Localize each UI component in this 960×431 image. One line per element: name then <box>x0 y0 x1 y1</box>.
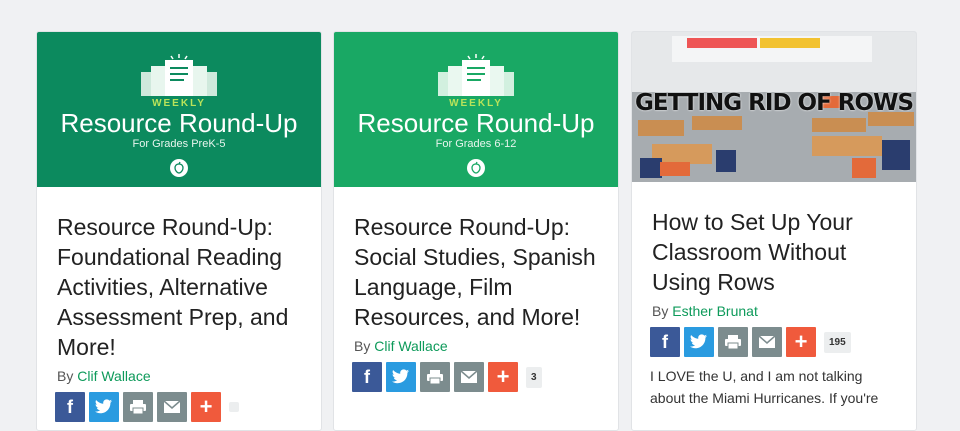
classroom-photo[interactable]: GETTING RID OF ROWS <box>632 32 916 182</box>
article-card[interactable]: WEEKLY Resource Round-Up For Grades 6-12… <box>333 31 619 431</box>
more-share-button[interactable]: + <box>786 327 816 357</box>
byline-prefix: By <box>652 303 669 319</box>
print-share-button[interactable] <box>123 392 153 422</box>
byline-prefix: By <box>57 368 74 384</box>
facebook-share-button[interactable]: f <box>650 327 680 357</box>
banner-grades: For Grades PreK-5 <box>132 138 226 150</box>
twitter-share-button[interactable] <box>684 327 714 357</box>
twitter-share-button[interactable] <box>89 392 119 422</box>
banner-title: Resource Round-Up <box>60 108 298 138</box>
article-title[interactable]: Resource Round-Up: Social Studies, Spani… <box>334 187 618 332</box>
twitter-icon <box>392 369 409 384</box>
article-excerpt: I LOVE the U, and I am not talking about… <box>650 368 879 406</box>
article-card[interactable]: WEEKLY Resource Round-Up For Grades PreK… <box>36 31 322 431</box>
author-link[interactable]: Esther Brunat <box>672 303 758 319</box>
twitter-share-button[interactable] <box>386 362 416 392</box>
share-count <box>229 402 239 412</box>
share-count: 195 <box>824 331 851 353</box>
article-card[interactable]: GETTING RID OF ROWS How to Set Up Your C… <box>631 31 917 431</box>
byline-prefix: By <box>354 338 371 354</box>
share-bar: f + 195 <box>632 327 916 357</box>
facebook-icon: f <box>662 331 668 352</box>
author-link[interactable]: Clif Wallace <box>374 338 447 354</box>
share-count: 3 <box>526 366 542 388</box>
more-share-button[interactable]: + <box>488 362 518 392</box>
byline: By Esther Brunat <box>632 303 916 319</box>
email-icon <box>163 400 181 413</box>
facebook-share-button[interactable]: f <box>352 362 382 392</box>
twitter-icon <box>95 399 112 414</box>
print-share-button[interactable] <box>420 362 450 392</box>
facebook-share-button[interactable]: f <box>55 392 85 422</box>
banner-grades: For Grades 6-12 <box>435 138 517 150</box>
apple-logo-icon <box>467 159 485 177</box>
plus-icon: + <box>199 394 213 419</box>
print-icon <box>427 370 443 385</box>
papers-stack-icon <box>141 54 217 96</box>
print-icon <box>725 335 741 350</box>
byline: By Clif Wallace <box>37 368 321 384</box>
email-share-button[interactable] <box>752 327 782 357</box>
article-title[interactable]: Resource Round-Up: Foundational Reading … <box>37 187 321 362</box>
email-icon <box>460 370 478 383</box>
resource-roundup-banner[interactable]: WEEKLY Resource Round-Up For Grades 6-12 <box>334 32 618 187</box>
plus-icon: + <box>496 364 510 389</box>
apple-logo-icon <box>170 159 188 177</box>
papers-stack-icon <box>438 54 514 96</box>
resource-roundup-banner[interactable]: WEEKLY Resource Round-Up For Grades PreK… <box>37 32 321 187</box>
image-caption: GETTING RID OF ROWS <box>634 90 914 116</box>
banner-title: Resource Round-Up <box>357 108 595 138</box>
share-bar: f + 3 <box>334 362 618 392</box>
plus-icon: + <box>794 329 808 354</box>
print-icon <box>130 400 146 415</box>
email-share-button[interactable] <box>454 362 484 392</box>
more-share-button[interactable]: + <box>191 392 221 422</box>
twitter-icon <box>690 334 707 349</box>
share-bar: f + <box>37 392 321 422</box>
facebook-icon: f <box>364 366 370 387</box>
byline: By Clif Wallace <box>334 338 618 354</box>
author-link[interactable]: Clif Wallace <box>77 368 150 384</box>
print-share-button[interactable] <box>718 327 748 357</box>
email-icon <box>758 335 776 348</box>
email-share-button[interactable] <box>157 392 187 422</box>
article-title[interactable]: How to Set Up Your Classroom Without Usi… <box>632 182 916 297</box>
